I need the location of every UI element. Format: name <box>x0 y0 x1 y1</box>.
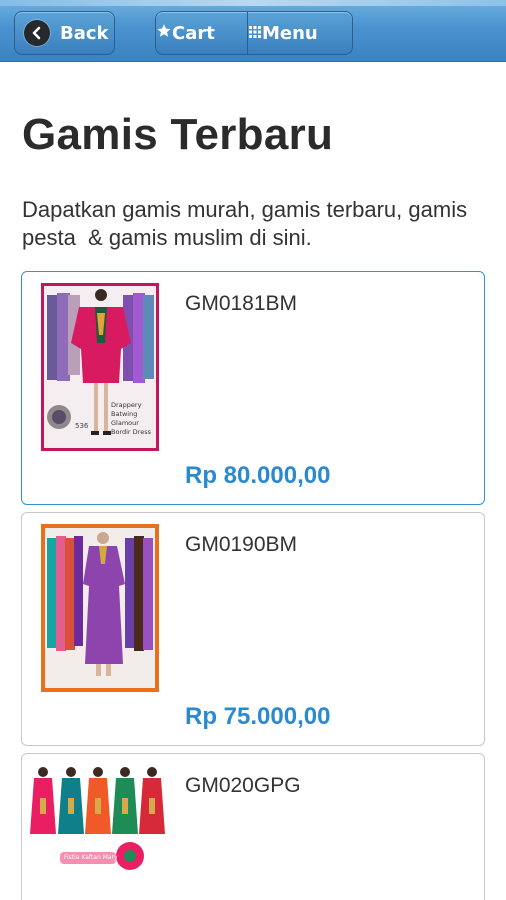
image-caption: Fistia Kaftan Mary <box>64 854 118 861</box>
chevron-left-icon <box>24 20 50 46</box>
app-header: Back Cart Menu <box>0 0 506 62</box>
grid-icon <box>248 23 262 44</box>
page-description: Dapatkan gamis murah, gamis terbaru, gam… <box>22 197 474 250</box>
product-code: GM020GPG <box>185 774 301 797</box>
product-price: Rp 75.000,00 <box>185 703 331 730</box>
image-caption: Drappery Batwing Glamour Bordir Dress <box>111 401 159 437</box>
product-card[interactable]: 536 Drappery Batwing Glamour Bordir Dres… <box>21 271 485 505</box>
image-badge: 536 <box>75 422 89 430</box>
image-caption-line-1: Drappery Batwing <box>111 401 142 418</box>
product-code: GM0190BM <box>185 533 298 556</box>
product-image[interactable]: Fistia Kaftan Mary <box>30 764 172 874</box>
product-card[interactable]: GM0190BM Rp 75.000,00 <box>21 512 485 746</box>
header-button-group: Cart Menu <box>155 11 353 55</box>
product-image[interactable]: 536 Drappery Batwing Glamour Bordir Dres… <box>41 283 159 451</box>
cart-button[interactable]: Cart <box>156 12 248 54</box>
product-image[interactable] <box>41 524 159 692</box>
back-button[interactable]: Back <box>14 11 115 55</box>
product-card[interactable]: Fistia Kaftan Mary GM020GPG <box>21 753 485 900</box>
menu-button-label: Menu <box>262 22 318 44</box>
menu-button[interactable]: Menu <box>248 12 352 54</box>
page-title: Gamis Terbaru <box>22 110 334 159</box>
product-code: GM0181BM <box>185 292 298 315</box>
image-caption-line-2: Glamour Bordir Dress <box>111 419 151 436</box>
product-price: Rp 80.000,00 <box>185 462 331 489</box>
back-button-label: Back <box>60 22 109 44</box>
star-icon <box>156 23 172 44</box>
cart-button-label: Cart <box>172 22 215 44</box>
header-top-strip <box>0 0 506 6</box>
